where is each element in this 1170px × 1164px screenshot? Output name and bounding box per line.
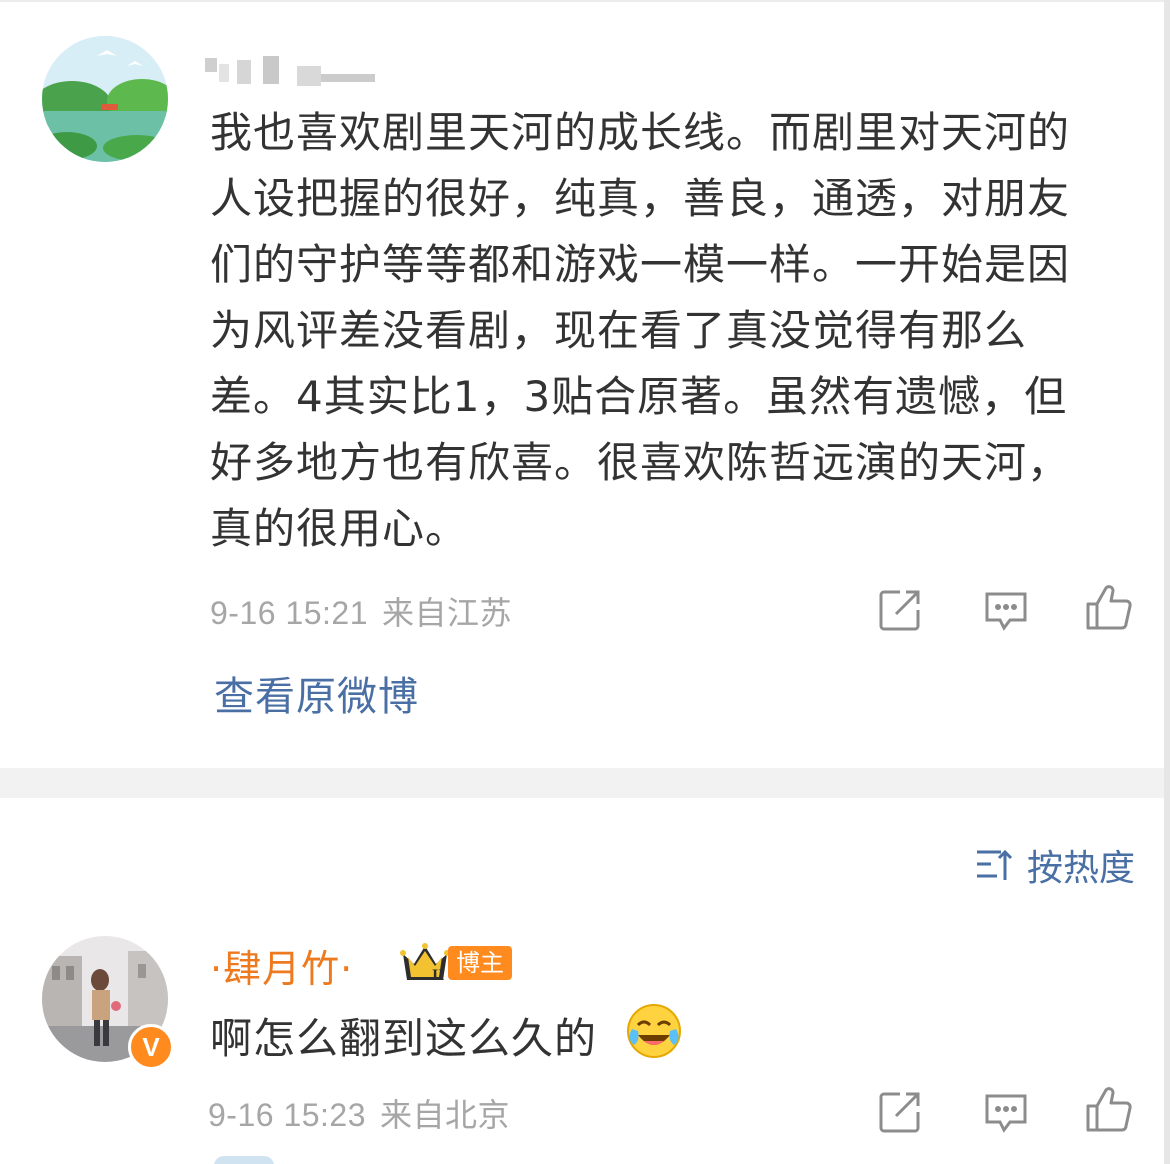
comment-2-time: 9-16 15:23: [208, 1097, 367, 1133]
comment-1-meta: 9-16 15:21 来自江苏: [210, 588, 512, 634]
avatar-commenter-1[interactable]: [42, 36, 168, 162]
sort-icon: [977, 849, 1013, 880]
sort-label: 按热度: [1027, 848, 1136, 889]
masked-username: [205, 52, 375, 86]
scrollbar[interactable]: [1164, 0, 1170, 1164]
comments-page: 我也喜欢剧里天河的成长线。而剧里对天河的人设把握的很好，纯真，善良，通透，对朋友…: [0, 0, 1170, 1164]
section-divider: [0, 768, 1164, 798]
comment-2-meta: 9-16 15:23 来自北京: [208, 1090, 510, 1136]
comment-2-text: 啊怎么翻到这么久的: [210, 1014, 598, 1063]
comment-2-username[interactable]: ·肆月竹·: [210, 938, 353, 993]
verified-badge: V: [128, 1024, 174, 1070]
thumbs-up-icon[interactable]: [1084, 1084, 1132, 1132]
comment-1-location: 来自江苏: [382, 594, 513, 632]
thumbs-up-icon[interactable]: [1084, 582, 1132, 630]
top-divider: [0, 0, 1164, 2]
view-original-post-link[interactable]: 查看原微博: [214, 664, 419, 722]
laughing-crying-emoji-icon: [626, 1003, 682, 1063]
comment-icon[interactable]: [982, 586, 1030, 634]
sort-by-hot-button[interactable]: 按热度: [975, 842, 1136, 889]
comment-icon[interactable]: [982, 1088, 1030, 1136]
share-icon[interactable]: [876, 1088, 924, 1136]
comment-1-time: 9-16 15:21: [210, 595, 369, 631]
share-icon[interactable]: [876, 586, 924, 634]
crown-level: II: [432, 967, 444, 984]
crown-icon: II: [400, 942, 450, 988]
comment-2-location: 来自北京: [380, 1096, 511, 1134]
comment-1-text: 我也喜欢剧里天河的成长线。而剧里对天河的人设把握的很好，纯真，善良，通透，对朋友…: [210, 108, 1071, 553]
next-avatar-peek: [214, 1156, 274, 1164]
blogger-badge: 博主: [448, 946, 512, 980]
